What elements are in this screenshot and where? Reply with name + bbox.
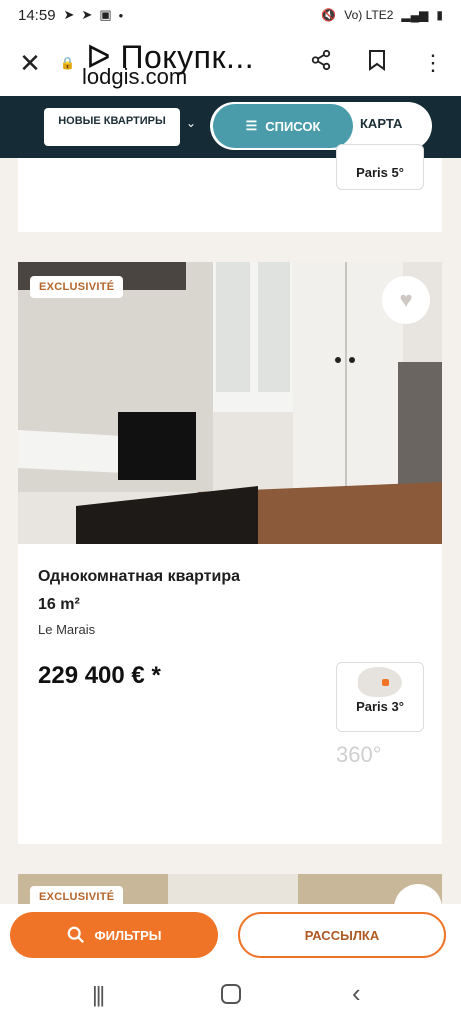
status-bar: 14:59 ➤ ➤ ▣ • 🔇 Vo) LTE2 ▂▄▆ ▮ — [0, 0, 461, 30]
status-system-icons: 🔇 Vo) LTE2 ▂▄▆ ▮ — [321, 8, 443, 22]
lock-icon: 🔒 — [60, 56, 75, 70]
filters-button[interactable]: ФИЛЬТРЫ — [10, 912, 218, 958]
listing-area: 16 m² — [38, 596, 80, 613]
newsletter-button[interactable]: РАССЫЛКА — [238, 912, 446, 958]
more-menu-icon[interactable]: ⋮ — [405, 50, 461, 76]
share-icon[interactable] — [293, 49, 349, 77]
back-icon[interactable]: ‹ — [352, 978, 361, 1009]
newsletter-label: РАССЫЛКА — [304, 927, 380, 943]
signal-icon: ▂▄▆ — [401, 8, 429, 22]
search-icon — [67, 926, 84, 943]
listing-photo[interactable]: EXCLUSIVITÉ ♥ — [18, 262, 442, 544]
battery-icon: ▮ — [436, 8, 443, 22]
district-badge: Paris 3° — [336, 662, 424, 732]
listing-title[interactable]: Однокомнатная квартира — [38, 568, 240, 586]
exclusive-badge: EXCLUSIVITÉ — [30, 276, 124, 298]
recent-apps-icon[interactable]: ||| — [92, 982, 105, 1008]
page-url: lodgis.com — [82, 64, 188, 89]
district-badge: Paris 5° — [336, 144, 424, 190]
browser-toolbar: ✕ 🔒 ᐅ Покупк... lodgis.com ⋮ — [0, 30, 461, 96]
status-notification-icons: ➤ ➤ ▣ • — [64, 7, 124, 23]
image-icon: ▣ — [99, 7, 112, 22]
district-marker — [382, 679, 389, 686]
bottom-action-bar: ФИЛЬТРЫ РАССЫЛКА — [0, 904, 461, 968]
telegram-icon: ➤ — [81, 7, 93, 22]
browser-title-area[interactable]: ᐅ Покупк... lodgis.com — [80, 30, 293, 96]
new-apartments-dropdown[interactable]: НОВЫЕ КВАРТИРЫ — [44, 108, 180, 146]
heart-icon[interactable]: ♥ — [382, 276, 430, 324]
system-navigation-bar: ||| ‹ — [0, 968, 461, 1024]
listing-card[interactable]: EXCLUSIVITÉ ♥ Однокомнатная квартира 16 … — [18, 262, 442, 844]
listing-card-previous[interactable]: Paris 5° — [18, 144, 442, 232]
paris-map-icon — [358, 667, 402, 697]
listing-price: 229 400 € * — [38, 662, 161, 689]
filters-label: ФИЛЬТРЫ — [94, 927, 162, 943]
district-label: Paris 5° — [356, 165, 404, 180]
map-view-button[interactable]: КАРТА — [360, 116, 402, 131]
apartment-photo-image — [18, 262, 442, 544]
status-time: 14:59 — [18, 6, 56, 24]
dot-icon: • — [118, 7, 124, 23]
bookmark-icon[interactable] — [349, 49, 405, 77]
district-label: Paris 3° — [356, 699, 404, 714]
list-view-button[interactable]: ☰ СПИСОК — [213, 104, 353, 148]
telegram-icon: ➤ — [63, 7, 75, 22]
network-label: Vo) LTE2 — [344, 8, 394, 22]
tour-360-icon[interactable]: 360° — [336, 742, 382, 768]
mute-icon: 🔇 — [321, 8, 337, 22]
list-view-label: СПИСОК — [265, 118, 321, 134]
close-icon[interactable]: ✕ — [0, 48, 60, 79]
chevron-down-icon[interactable]: ⌄ — [186, 116, 196, 130]
home-icon[interactable] — [221, 984, 241, 1004]
list-icon: ☰ — [245, 118, 258, 133]
listing-neighborhood: Le Marais — [38, 622, 96, 637]
